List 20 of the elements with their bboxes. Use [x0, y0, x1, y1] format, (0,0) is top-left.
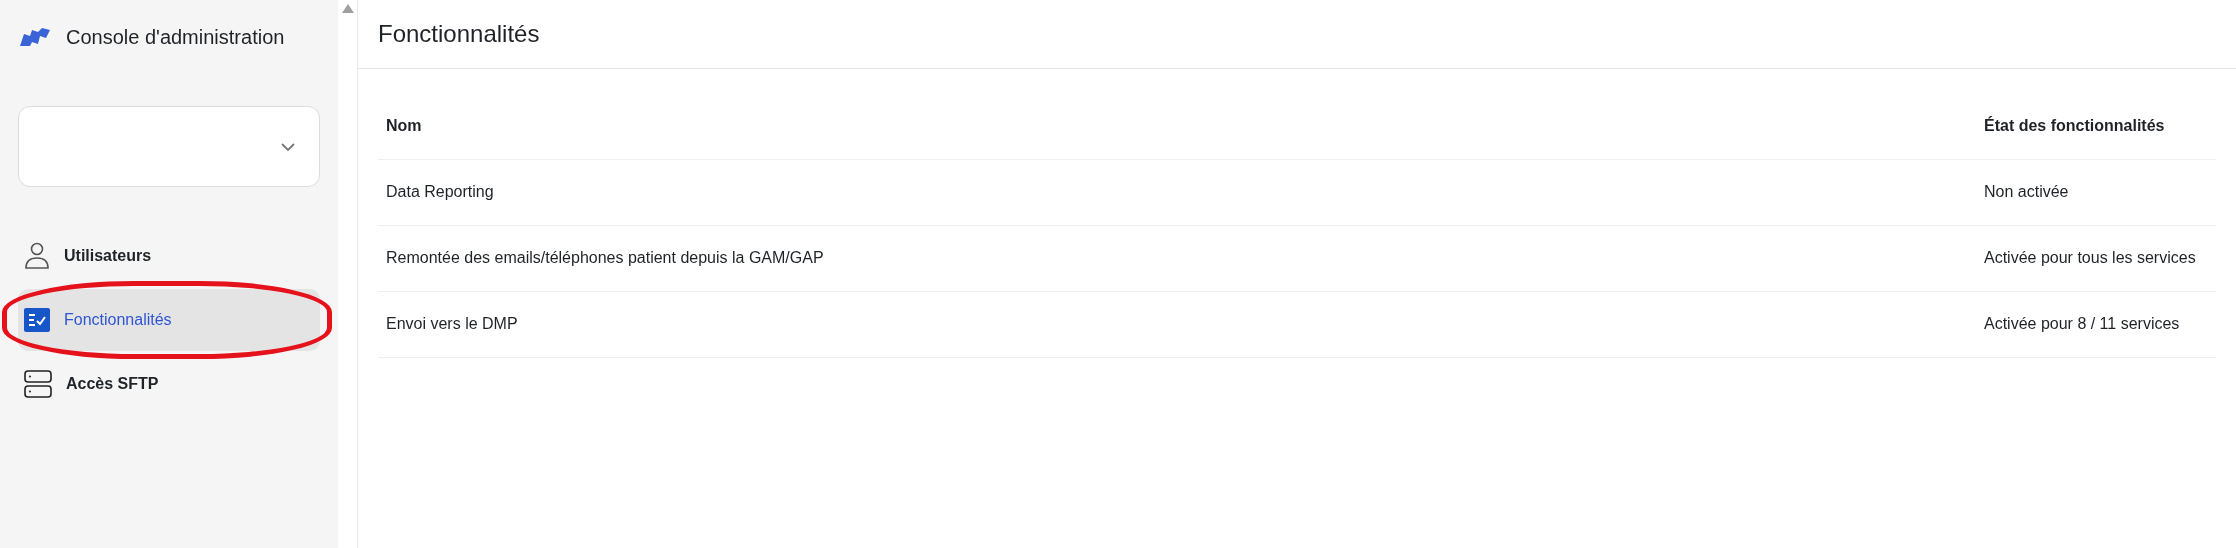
- account-selector[interactable]: [18, 106, 320, 187]
- table-cell: Non activée: [1976, 159, 2216, 225]
- nav-item[interactable]: Fonctionnalités: [18, 289, 320, 351]
- checklist-icon: [24, 308, 50, 332]
- server-icon: [24, 370, 52, 398]
- page-title: Fonctionnalités: [378, 19, 540, 49]
- table-cell: Activée pour 8 / 11 services: [1976, 291, 2216, 357]
- logo-icon: [18, 28, 50, 46]
- table-cell: Activée pour tous les services: [1976, 225, 2216, 291]
- nav-item[interactable]: Accès SFTP: [18, 353, 320, 415]
- user-icon: [24, 242, 50, 270]
- table-cell: Remontée des emails/téléphones patient depuis la GAM/GAP: [378, 225, 1976, 291]
- table-cell: Data Reporting: [378, 159, 1976, 225]
- table-cell: Envoi vers le DMP: [378, 291, 1976, 357]
- column-header: Nom: [378, 93, 1976, 159]
- app-title: Console d'administration: [66, 25, 285, 50]
- chevron-down-icon: [281, 142, 295, 151]
- scroll-up-icon[interactable]: [341, 4, 354, 13]
- column-header: État des fonctionnalités: [1976, 93, 2216, 159]
- nav-item[interactable]: Utilisateurs: [18, 225, 320, 287]
